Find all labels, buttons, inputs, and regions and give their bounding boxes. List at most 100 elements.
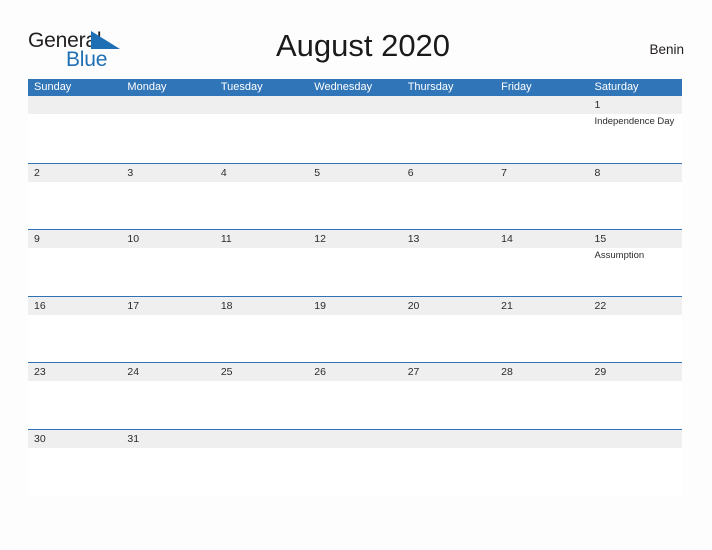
calendar-day-cell-empty[interactable]	[308, 429, 402, 496]
calendar-week-row: 1 Independence Day	[28, 96, 682, 163]
calendar-day-cell[interactable]: 30	[28, 429, 122, 496]
calendar-day-cell[interactable]: 17	[121, 296, 215, 363]
date-number: 9	[34, 233, 40, 246]
page-title: August 2020	[275, 28, 451, 63]
calendar-day-cell-empty[interactable]	[495, 96, 589, 163]
calendar-day-cell[interactable]: 2	[28, 163, 122, 230]
weekday-header-saturday: Saturday	[594, 81, 639, 93]
calendar-day-cell-empty[interactable]	[495, 429, 589, 496]
date-number: 1	[594, 99, 601, 111]
date-number: 25	[220, 366, 233, 379]
calendar-day-cell-empty[interactable]	[121, 96, 215, 163]
calendar-day-cell[interactable]: 23	[28, 363, 122, 429]
date-number: 28	[501, 366, 513, 379]
calendar-day-cell[interactable]: 24	[121, 363, 215, 429]
calendar-day-cell[interactable]: 31	[121, 429, 215, 496]
calendar-day-cell[interactable]: 4	[214, 163, 309, 230]
calendar-day-cell[interactable]: 8	[588, 163, 682, 230]
weekday-header-row: Sunday Monday Tuesday Wednesday Thursday…	[28, 79, 682, 96]
date-number: 15	[594, 233, 607, 246]
weekday-header-thursday: Thursday	[407, 81, 454, 93]
calendar-day-cell[interactable]: 6	[401, 163, 496, 230]
date-band	[28, 96, 122, 114]
calendar-day-cell[interactable]: 3	[121, 163, 215, 230]
calendar-week-row: 30 31	[28, 428, 682, 496]
calendar-day-cell[interactable]: 18	[214, 296, 309, 363]
calendar-day-cell[interactable]: 15 Assumption	[588, 230, 682, 296]
date-number: 21	[501, 299, 513, 312]
calendar-day-cell-empty[interactable]	[214, 429, 309, 496]
calendar-day-cell[interactable]: 13	[401, 230, 496, 296]
date-number: 29	[594, 366, 607, 379]
date-band	[121, 96, 215, 114]
calendar-grid: Sunday Monday Tuesday Wednesday Thursday…	[28, 79, 682, 496]
calendar-day-cell[interactable]: 7	[495, 163, 589, 230]
calendar-day-cell[interactable]: 16	[28, 296, 122, 363]
calendar-day-cell-empty[interactable]	[214, 96, 309, 163]
calendar-day-cell[interactable]: 19	[308, 296, 402, 363]
calendar-day-cell-empty[interactable]	[588, 429, 682, 496]
calendar-week-row: 16 17 18 19 20 21 22	[28, 295, 682, 363]
weekday-header-sunday: Sunday	[34, 81, 72, 93]
date-number: 22	[594, 299, 607, 312]
calendar-weeks: 1 Independence Day 2 3 4 5 6 7 8 9 10 11 12 13 14 15 Ass…	[28, 96, 682, 496]
calendar-day-cell-empty[interactable]	[401, 96, 496, 163]
date-band	[495, 163, 589, 182]
calendar-day-cell[interactable]: 25	[214, 363, 309, 429]
date-number: 18	[220, 299, 233, 312]
calendar-day-cell[interactable]: 29	[588, 363, 682, 429]
page-header: General Blue August 2020 Benin	[28, 28, 684, 72]
date-number: 8	[594, 166, 601, 179]
date-band	[401, 429, 496, 448]
holiday-label: Assumption	[594, 250, 645, 262]
date-band	[308, 429, 402, 448]
calendar-page: General Blue August 2020 Benin Sunday Mo…	[0, 0, 712, 550]
calendar-day-cell[interactable]: 12	[308, 230, 402, 296]
weekday-header-tuesday: Tuesday	[220, 81, 263, 93]
calendar-day-cell[interactable]: 20	[401, 296, 496, 363]
calendar-day-cell-empty[interactable]	[401, 429, 496, 496]
calendar-day-cell[interactable]: 10	[121, 230, 215, 296]
date-band	[588, 96, 682, 114]
date-number: 26	[314, 366, 326, 379]
date-band	[214, 96, 309, 114]
date-band	[121, 163, 215, 182]
calendar-day-cell-empty[interactable]	[28, 96, 122, 163]
date-band	[495, 429, 589, 448]
date-number: 16	[34, 299, 46, 312]
calendar-day-cell[interactable]: 22	[588, 296, 682, 363]
calendar-day-cell[interactable]: 14	[495, 230, 589, 296]
calendar-week-row: 2 3 4 5 6 7 8	[28, 162, 682, 230]
calendar-day-cell[interactable]: 28	[495, 363, 589, 429]
weekday-header-monday: Monday	[127, 81, 167, 93]
date-band	[308, 96, 402, 114]
calendar-day-cell[interactable]: 11	[214, 230, 309, 296]
date-number: 7	[501, 166, 507, 179]
weekday-header-friday: Friday	[501, 81, 532, 93]
date-band	[495, 96, 589, 114]
date-number: 5	[314, 166, 321, 179]
calendar-day-cell[interactable]: 26	[308, 363, 402, 429]
date-number: 23	[34, 366, 46, 379]
date-number: 4	[220, 166, 227, 179]
calendar-day-cell[interactable]: 9	[28, 230, 122, 296]
calendar-day-cell-empty[interactable]	[308, 96, 402, 163]
calendar-day-cell[interactable]: 5	[308, 163, 402, 230]
calendar-day-cell[interactable]: 1 Independence Day	[588, 96, 682, 163]
calendar-day-cell[interactable]: 27	[401, 363, 496, 429]
calendar-day-cell[interactable]: 21	[495, 296, 589, 363]
date-number: 17	[127, 299, 140, 312]
date-band	[214, 163, 309, 182]
date-number: 19	[314, 299, 326, 312]
logo-text-blue: Blue	[66, 48, 108, 71]
locale-label: Benin	[649, 42, 684, 57]
date-number: 24	[127, 366, 140, 379]
date-number: 13	[407, 233, 420, 246]
date-number: 20	[407, 299, 420, 312]
general-blue-logo[interactable]: General Blue	[28, 30, 148, 72]
calendar-week-row: 23 24 25 26 27 28 29	[28, 362, 682, 429]
date-number: 14	[501, 233, 513, 246]
date-number: 3	[127, 166, 134, 179]
date-band	[401, 163, 496, 182]
date-band	[401, 96, 496, 114]
